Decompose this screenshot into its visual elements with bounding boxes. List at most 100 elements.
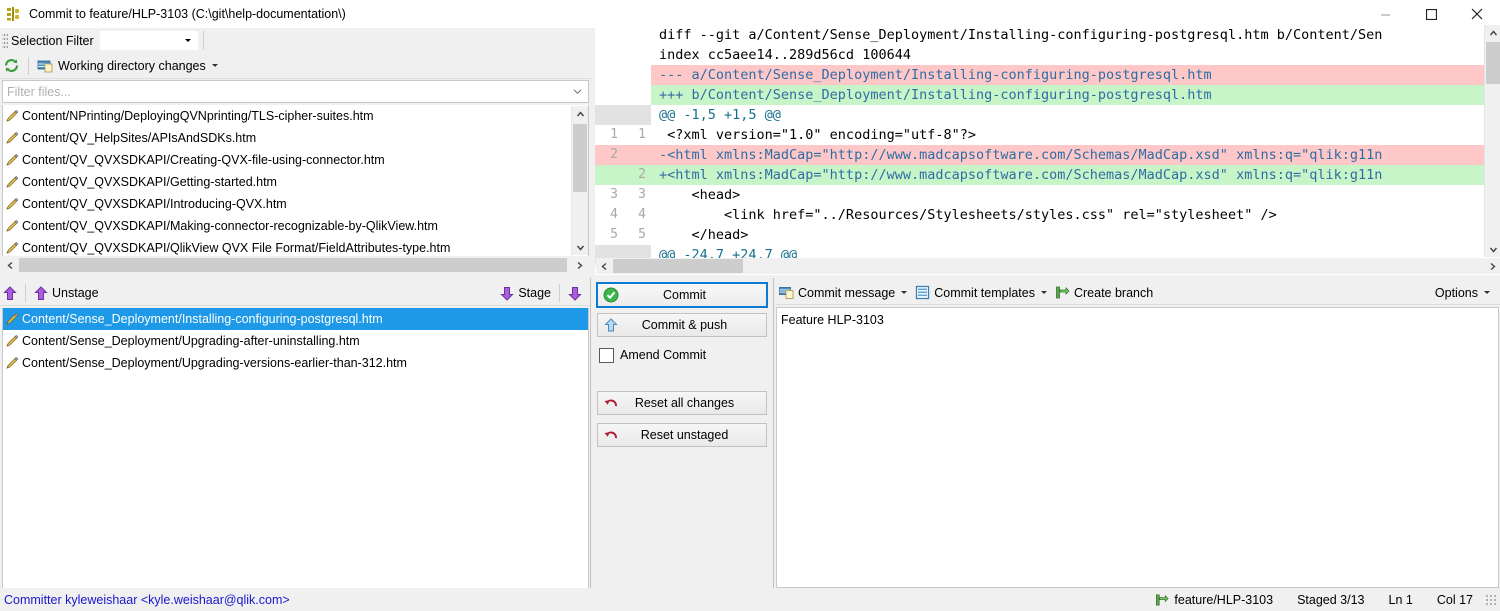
options-menu-button[interactable]: Options (1431, 282, 1494, 303)
commit-and-push-button[interactable]: Commit & push (597, 313, 767, 337)
scroll-left-arrow-icon[interactable] (596, 258, 612, 274)
diff-new-line-number (623, 145, 651, 165)
diff-line[interactable]: 1 1 <?xml version="1.0" encoding="utf-8"?… (595, 125, 1500, 145)
scroll-right-arrow-icon[interactable] (1484, 258, 1500, 274)
commit-templates-button[interactable]: Commit templates (911, 282, 1051, 303)
list-item[interactable]: Content/QV_QVXSDKAPI/QlikView QVX File F… (3, 237, 588, 256)
toolbar-grip[interactable] (2, 32, 8, 49)
git-extensions-icon (6, 6, 22, 22)
commit-message-toolbar: Commit message Commit templates Create b… (775, 281, 1500, 305)
toolbar-separator (28, 56, 29, 75)
file-path-label: Content/QV_QVXSDKAPI/Making-connector-re… (22, 219, 438, 233)
selection-filter-combo[interactable] (99, 31, 198, 50)
diff-line[interactable]: +++ b/Content/Sense_Deployment/Installin… (595, 85, 1500, 105)
diff-line-text: @@ -1,5 +1,5 @@ (659, 107, 781, 123)
chevron-down-icon (184, 39, 191, 42)
create-branch-button[interactable]: Create branch (1051, 282, 1157, 303)
list-item[interactable]: Content/QV_QVXSDKAPI/Introducing-QVX.htm (3, 193, 588, 215)
commit-message-button[interactable]: Commit message (775, 282, 911, 303)
table-row[interactable]: Content/Sense_Deployment/Upgrading-after… (3, 330, 588, 352)
amend-commit-checkbox[interactable] (599, 347, 614, 363)
stage-all-button[interactable] (565, 282, 585, 304)
diff-hscrollbar[interactable] (596, 258, 1500, 274)
diff-old-line-number: 2 (595, 145, 623, 165)
chevron-down-icon (1484, 291, 1490, 294)
diff-line[interactable]: 3 3 <head> (595, 185, 1500, 205)
stage-button[interactable]: Stage (497, 282, 554, 304)
diff-line[interactable]: 2 +<html xmlns:MadCap="http://www.madcaps… (595, 165, 1500, 185)
scrollbar-thumb[interactable] (1486, 42, 1500, 84)
diff-vscrollbar[interactable] (1484, 25, 1500, 257)
list-item[interactable]: Content/NPrinting/DeployingQVNprinting/T… (3, 105, 588, 127)
amend-commit-checkbox-row[interactable]: Amend Commit (597, 345, 706, 365)
unstaged-files-list[interactable]: Content/NPrinting/DeployingQVNprinting/T… (2, 105, 589, 256)
diff-line[interactable]: index cc5aee14..289d56cd 100644 (595, 45, 1500, 65)
committer-link[interactable]: Committer kyleweishaar <kyle.weishaar@ql… (4, 593, 290, 607)
filter-files-placeholder: Filter files... (7, 84, 71, 99)
diff-line[interactable]: @@ -1,5 +1,5 @@ (595, 105, 1500, 125)
file-path-label: Content/QV_QVXSDKAPI/Introducing-QVX.htm (22, 197, 287, 211)
status-branch[interactable]: feature/HLP-3103 (1143, 593, 1285, 607)
options-label: Options (1434, 285, 1478, 300)
scrollbar-thumb[interactable] (573, 124, 587, 192)
unstage-button[interactable]: Unstage (31, 282, 102, 304)
scroll-left-arrow-icon[interactable] (2, 257, 18, 273)
window-controls (1362, 0, 1500, 28)
close-button[interactable] (1454, 0, 1500, 28)
modified-file-icon (5, 312, 19, 326)
diff-old-line-number (595, 45, 623, 65)
diff-new-line-number: 2 (623, 165, 651, 185)
diff-old-line-number (595, 25, 623, 45)
diff-line[interactable]: 4 4 <link href="../Resources/Stylesheets/… (595, 205, 1500, 225)
window-title: Commit to feature/HLP-3103 (C:\git\help-… (29, 7, 346, 21)
list-item[interactable]: Content/QV_HelpSites/APIsAndSDKs.htm (3, 127, 588, 149)
list-item[interactable]: Content/QV_QVXSDKAPI/Getting-started.htm (3, 171, 588, 193)
resize-grip-icon[interactable] (1485, 593, 1497, 606)
unstage-label: Unstage (52, 286, 99, 300)
unstaged-list-vscrollbar[interactable] (571, 106, 588, 255)
chevron-down-icon[interactable] (573, 87, 582, 96)
minimize-button[interactable] (1362, 0, 1408, 28)
scroll-down-arrow-icon[interactable] (572, 239, 588, 255)
git-extensions-commit-window: Commit to feature/HLP-3103 (C:\git\help-… (0, 0, 1500, 611)
list-item[interactable]: Content/QV_QVXSDKAPI/Creating-QVX-file-u… (3, 149, 588, 171)
filter-files-input[interactable]: Filter files... (2, 80, 589, 103)
status-line-label: Ln 1 (1388, 592, 1413, 607)
unstaged-list-hscrollbar[interactable] (2, 257, 587, 273)
diff-line[interactable]: 5 5 </head> (595, 225, 1500, 245)
table-row[interactable]: Content/Sense_Deployment/Installing-conf… (3, 308, 588, 330)
diff-new-line-number (623, 105, 651, 125)
refresh-button[interactable] (0, 55, 23, 77)
reset-all-changes-button[interactable]: Reset all changes (597, 391, 767, 415)
modified-file-icon (5, 153, 19, 167)
diff-line[interactable]: diff --git a/Content/Sense_Deployment/In… (595, 25, 1500, 45)
list-item[interactable]: Content/QV_QVXSDKAPI/Making-connector-re… (3, 215, 588, 237)
diff-new-line-number (623, 25, 651, 45)
unstage-all-button[interactable] (0, 282, 20, 304)
scrollbar-thumb[interactable] (19, 258, 567, 272)
commit-message-textarea[interactable]: Feature HLP-3103 (776, 307, 1499, 588)
scroll-up-arrow-icon[interactable] (1485, 25, 1500, 41)
maximize-button[interactable] (1408, 0, 1454, 28)
reset-unstaged-button[interactable]: Reset unstaged (597, 423, 767, 447)
diff-old-line-number: 3 (610, 187, 618, 202)
scroll-down-arrow-icon[interactable] (1485, 241, 1500, 257)
diff-line-text: index cc5aee14..289d56cd 100644 (659, 47, 911, 63)
working-directory-changes-button[interactable]: Working directory changes (34, 55, 221, 77)
commit-button[interactable]: Commit (596, 282, 768, 308)
diff-line-text: -<html xmlns:MadCap="http://www.madcapso… (651, 145, 1500, 165)
scroll-right-arrow-icon[interactable] (571, 257, 587, 273)
scrollbar-thumb[interactable] (613, 259, 743, 273)
table-row[interactable]: Content/Sense_Deployment/Upgrading-versi… (3, 352, 588, 374)
scroll-up-arrow-icon[interactable] (572, 106, 588, 122)
staged-files-list[interactable]: Content/Sense_Deployment/Installing-conf… (2, 308, 589, 589)
modified-file-icon (5, 334, 19, 348)
status-line: Ln 1 (1377, 593, 1425, 607)
diff-viewer[interactable]: diff --git a/Content/Sense_Deployment/In… (595, 25, 1500, 275)
toolbar-separator (559, 284, 560, 302)
branch-icon (1155, 593, 1170, 607)
diff-line[interactable]: --- a/Content/Sense_Deployment/Installin… (595, 65, 1500, 85)
selection-filter-toolbar: Selection Filter (0, 28, 591, 53)
diff-line-text: <?xml version="1.0" encoding="utf-8"?> (659, 127, 976, 143)
diff-line[interactable]: 2 -<html xmlns:MadCap="http://www.madcaps… (595, 145, 1500, 165)
